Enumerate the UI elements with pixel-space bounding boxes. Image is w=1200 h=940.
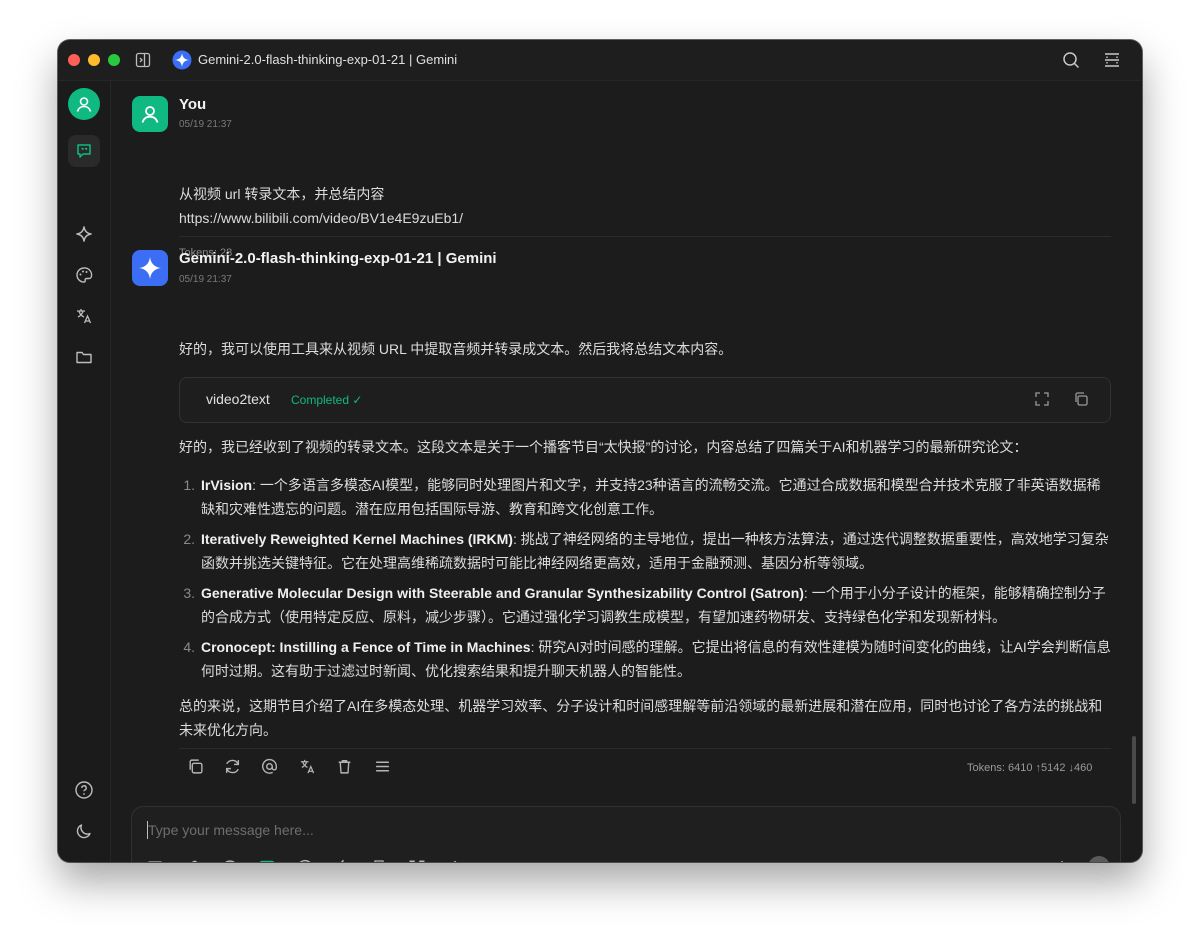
gear-icon[interactable]: [68, 856, 100, 862]
globe-icon[interactable]: [220, 858, 240, 862]
close-window-button[interactable]: [68, 54, 80, 66]
gemini-logo-icon: [172, 50, 192, 70]
user-message-link[interactable]: https://www.bilibili.com/video/BV1e4E9zu…: [179, 206, 463, 230]
user-name: You: [179, 96, 207, 113]
copy-icon[interactable]: [1073, 391, 1089, 407]
summary-intro: 好的，我已经收到了视频的转录文本。这段文本是关于一个播客节目“太快报”的讨论，内…: [179, 439, 1028, 455]
assistant-intro: 好的，我可以使用工具来从视频 URL 中提取音频并转录成文本。然后我将总结文本内…: [179, 341, 733, 357]
list-item: 1. IrVision: 一个多语言多模态AI模型，能够同时处理图片和文字，并支持…: [183, 477, 1101, 517]
new-topic-icon[interactable]: [145, 858, 165, 862]
refresh-icon[interactable]: [222, 756, 242, 776]
maximize-window-button[interactable]: [108, 54, 120, 66]
at-icon[interactable]: [259, 756, 279, 776]
lightning-icon[interactable]: [332, 858, 352, 862]
minimize-window-button[interactable]: [88, 54, 100, 66]
divider: [179, 236, 1111, 237]
translate-icon[interactable]: [68, 300, 100, 332]
expand-icon[interactable]: [1034, 391, 1050, 407]
user-message-time: 05/19 21:37: [179, 119, 232, 130]
list-item: 3. Generative Molecular Design with Steer…: [183, 585, 1106, 625]
translate-icon[interactable]: [1055, 858, 1075, 862]
tool-name: video2text: [206, 391, 270, 407]
chat-area: You 05/19 21:37 从视频 url 转录文本，并总结内容 https…: [111, 81, 1142, 862]
app-window: Gemini-2.0-flash-thinking-exp-01-21 | Ge…: [58, 40, 1142, 862]
window-title: Gemini-2.0-flash-thinking-exp-01-21 | Ge…: [198, 52, 458, 67]
user-avatar-icon[interactable]: [68, 88, 100, 120]
eraser-icon[interactable]: [444, 858, 464, 862]
paper-list: 1. IrVision: 一个多语言多模态AI模型，能够同时处理图片和文字，并支持…: [179, 473, 1114, 689]
trash-icon[interactable]: [334, 756, 354, 776]
at-icon[interactable]: [295, 858, 315, 862]
moon-icon[interactable]: [68, 815, 100, 847]
conclusion-text: 总的来说，这期节目介绍了AI在多模态处理、机器学习效率、分子设计和时间感理解等前…: [179, 698, 1103, 738]
message-input-box: Type your message here...: [131, 806, 1121, 862]
search-icon[interactable]: [1061, 50, 1081, 70]
sidebar: [58, 81, 111, 862]
divider: [179, 748, 1111, 749]
folder-icon[interactable]: [68, 341, 100, 373]
message-input[interactable]: Type your message here...: [148, 822, 314, 838]
scrollbar[interactable]: [1132, 736, 1136, 804]
title-bar: Gemini-2.0-flash-thinking-exp-01-21 | Ge…: [58, 40, 1142, 81]
assistant-tokens: Tokens: 6410 ↑5142 ↓460: [967, 762, 1093, 774]
gemini-avatar: [132, 250, 168, 286]
toggle-sidebar-icon[interactable]: [133, 50, 153, 70]
brush-icon[interactable]: [369, 858, 389, 862]
list-item: 2. Iteratively Reweighted Kernel Machines…: [183, 531, 1109, 571]
layout-toggle-icon[interactable]: [1102, 50, 1122, 70]
assistant-message-time: 05/19 21:37: [179, 274, 232, 285]
copy-icon[interactable]: [185, 756, 205, 776]
assistant-name: Gemini-2.0-flash-thinking-exp-01-21 | Ge…: [179, 250, 497, 267]
user-message-text: 从视频 url 转录文本，并总结内容 https://www.bilibili.…: [179, 182, 463, 230]
send-icon[interactable]: [1088, 856, 1110, 862]
user-message-line: 从视频 url 转录文本，并总结内容: [179, 186, 385, 202]
user-avatar: [132, 96, 168, 132]
terminal-icon[interactable]: [257, 858, 277, 862]
palette-icon[interactable]: [68, 259, 100, 291]
menu-icon[interactable]: [372, 756, 392, 776]
expand-icon[interactable]: [407, 858, 427, 862]
attachment-icon[interactable]: [182, 858, 202, 862]
list-item: 4. Cronocept: Instilling a Fence of Time …: [183, 639, 1111, 679]
help-icon[interactable]: [68, 774, 100, 806]
tool-status-badge: Completed ✓: [291, 393, 363, 407]
sparkle-icon[interactable]: [68, 218, 100, 250]
tool-call-card[interactable]: video2text Completed ✓: [179, 377, 1111, 423]
translate-icon[interactable]: [297, 756, 317, 776]
chat-icon[interactable]: [68, 135, 100, 167]
